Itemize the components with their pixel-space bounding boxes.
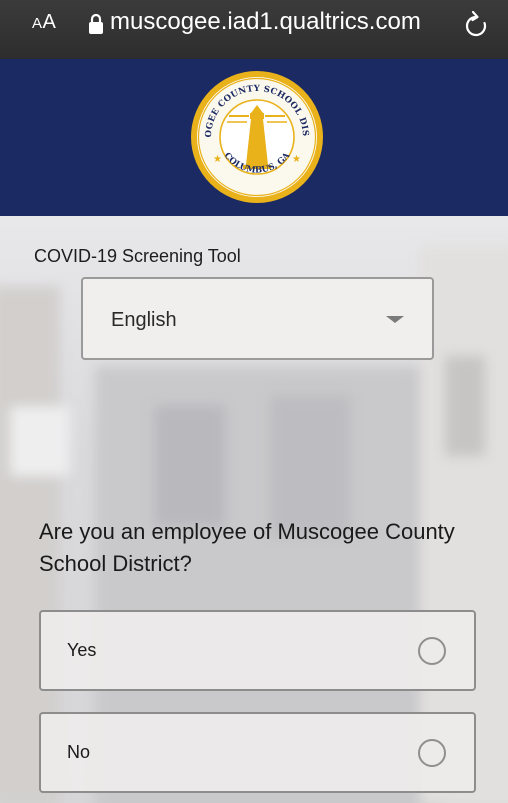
lock-icon xyxy=(88,13,104,35)
reload-icon[interactable] xyxy=(464,10,488,38)
url-domain[interactable]: muscogee.iad1.qualtrics.com xyxy=(110,8,421,36)
text-size-button[interactable]: AA xyxy=(32,11,56,34)
school-district-seal: ★ ★ MUSCOGEE COUNTY SCHOOL DISTRICT COLU… xyxy=(184,62,325,205)
radio-button[interactable] xyxy=(418,739,446,767)
question-text: Are you an employee of Muscogee County S… xyxy=(39,519,455,576)
survey-title: COVID-19 Screening Tool xyxy=(34,246,241,266)
chevron-down-icon xyxy=(386,316,404,323)
radio-button[interactable] xyxy=(418,637,446,665)
svg-text:★: ★ xyxy=(213,154,222,165)
choice-label: No xyxy=(67,742,91,762)
survey-content: COVID-19 Screening Tool English Are you … xyxy=(0,216,508,803)
language-select[interactable]: English xyxy=(81,277,434,360)
choice-yes[interactable]: Yes xyxy=(39,610,476,691)
choice-no[interactable]: No xyxy=(39,712,476,793)
choice-label: Yes xyxy=(67,640,97,660)
browser-address-bar[interactable]: AA muscogee.iad1.qualtrics.com xyxy=(0,0,508,59)
language-select-value: English xyxy=(111,309,177,331)
svg-text:★: ★ xyxy=(292,154,301,165)
page: AA muscogee.iad1.qualtrics.com ★ ★ OGEE … xyxy=(0,0,508,803)
text-size-small-a: A xyxy=(32,15,43,32)
